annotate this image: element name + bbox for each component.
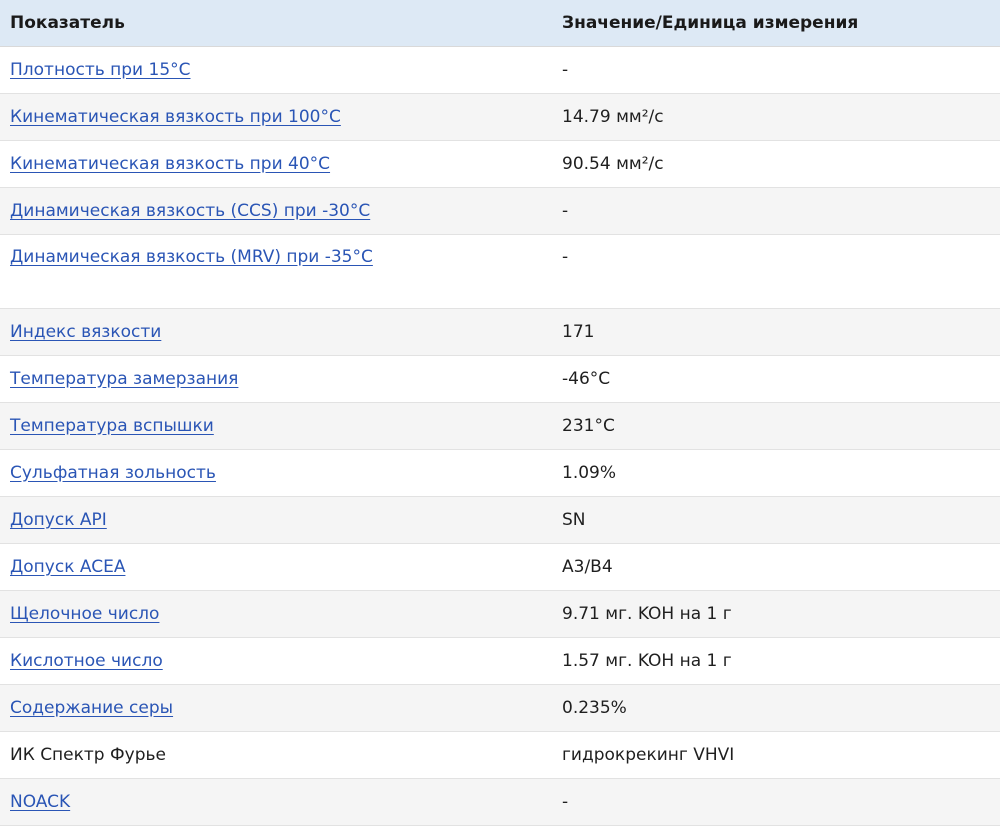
- value-cell: гидрокрекинг VHVI: [552, 731, 1000, 779]
- table-row: Кислотное число 1.57 мг. KOH на 1 г: [0, 637, 1000, 685]
- parameter-cell: ИК Спектр Фурье: [0, 731, 552, 779]
- value-cell: 0.235%: [552, 684, 1000, 732]
- parameter-link-viscosity-index[interactable]: Индекс вязкости: [10, 322, 161, 342]
- value-cell: 14.79 мм²/с: [552, 93, 1000, 141]
- value-cell: 1.57 мг. KOH на 1 г: [552, 637, 1000, 685]
- value-cell: 231°C: [552, 402, 1000, 450]
- parameter-cell: Допуск API: [0, 496, 552, 544]
- parameter-link-flash-point[interactable]: Температура вспышки: [10, 416, 214, 436]
- parameter-link-kinematic-viscosity-100[interactable]: Кинематическая вязкость при 100°C: [10, 107, 341, 127]
- parameter-link-sulfur-content[interactable]: Содержание серы: [10, 698, 173, 718]
- table-row: Кинематическая вязкость при 100°C 14.79 …: [0, 93, 1000, 141]
- specs-table: Показатель Значение/Единица измерения Пл…: [0, 0, 1000, 826]
- table-row: NOACK -: [0, 778, 1000, 826]
- value-cell: 9.71 мг. KOH на 1 г: [552, 590, 1000, 638]
- parameter-cell: Щелочное число: [0, 590, 552, 638]
- parameter-cell: Температура вспышки: [0, 402, 552, 450]
- parameter-cell: Динамическая вязкость (MRV) при -35°C: [0, 234, 552, 309]
- parameter-link-acid-number[interactable]: Кислотное число: [10, 651, 163, 671]
- parameter-link-sulfated-ash[interactable]: Сульфатная зольность: [10, 463, 216, 483]
- value-cell: 1.09%: [552, 449, 1000, 497]
- value-cell: -: [552, 187, 1000, 235]
- value-cell: SN: [552, 496, 1000, 544]
- value-cell: A3/B4: [552, 543, 1000, 591]
- parameter-link-noack[interactable]: NOACK: [10, 792, 70, 812]
- parameter-cell: NOACK: [0, 778, 552, 826]
- table-row: Сульфатная зольность 1.09%: [0, 449, 1000, 497]
- value-cell: -: [552, 234, 1000, 309]
- table-row: Кинематическая вязкость при 40°C 90.54 м…: [0, 140, 1000, 188]
- parameter-link-dynamic-viscosity-mrv[interactable]: Динамическая вязкость (MRV) при -35°C: [10, 247, 373, 267]
- parameter-link-api-approval[interactable]: Допуск API: [10, 510, 107, 530]
- column-header-parameter: Показатель: [0, 0, 552, 47]
- table-body: Плотность при 15°C - Кинематическая вязк…: [0, 46, 1000, 826]
- parameter-link-base-number[interactable]: Щелочное число: [10, 604, 159, 624]
- header-row: Показатель Значение/Единица измерения: [0, 0, 1000, 47]
- table-row: Индекс вязкости 171: [0, 308, 1000, 356]
- value-cell: -: [552, 46, 1000, 94]
- value-cell: -: [552, 778, 1000, 826]
- parameter-cell: Кислотное число: [0, 637, 552, 685]
- table-row: Допуск ACEA A3/B4: [0, 543, 1000, 591]
- parameter-cell: Динамическая вязкость (CCS) при -30°C: [0, 187, 552, 235]
- parameter-link-pour-point[interactable]: Температура замерзания: [10, 369, 238, 389]
- table-row: ИК Спектр Фурье гидрокрекинг VHVI: [0, 731, 1000, 779]
- table-row: Динамическая вязкость (MRV) при -35°C -: [0, 234, 1000, 309]
- parameter-label-ir-spectrum: ИК Спектр Фурье: [10, 744, 166, 765]
- parameter-cell: Сульфатная зольность: [0, 449, 552, 497]
- value-cell: -46°C: [552, 355, 1000, 403]
- parameter-link-kinematic-viscosity-40[interactable]: Кинематическая вязкость при 40°C: [10, 154, 330, 174]
- table-row: Допуск API SN: [0, 496, 1000, 544]
- parameter-link-dynamic-viscosity-ccs[interactable]: Динамическая вязкость (CCS) при -30°C: [10, 201, 370, 221]
- parameter-cell: Содержание серы: [0, 684, 552, 732]
- parameter-cell: Кинематическая вязкость при 100°C: [0, 93, 552, 141]
- table-row: Плотность при 15°C -: [0, 46, 1000, 94]
- column-header-value: Значение/Единица измерения: [552, 0, 1000, 47]
- parameter-cell: Допуск ACEA: [0, 543, 552, 591]
- table-row: Температура вспышки 231°C: [0, 402, 1000, 450]
- table-row: Динамическая вязкость (CCS) при -30°C -: [0, 187, 1000, 235]
- parameter-cell: Индекс вязкости: [0, 308, 552, 356]
- parameter-link-acea-approval[interactable]: Допуск ACEA: [10, 557, 125, 577]
- table-row: Температура замерзания -46°C: [0, 355, 1000, 403]
- value-cell: 171: [552, 308, 1000, 356]
- table-header: Показатель Значение/Единица измерения: [0, 0, 1000, 47]
- parameter-cell: Температура замерзания: [0, 355, 552, 403]
- table-row: Содержание серы 0.235%: [0, 684, 1000, 732]
- table-row: Щелочное число 9.71 мг. KOH на 1 г: [0, 590, 1000, 638]
- value-cell: 90.54 мм²/с: [552, 140, 1000, 188]
- parameter-cell: Плотность при 15°C: [0, 46, 552, 94]
- parameter-cell: Кинематическая вязкость при 40°C: [0, 140, 552, 188]
- parameter-link-density[interactable]: Плотность при 15°C: [10, 60, 191, 80]
